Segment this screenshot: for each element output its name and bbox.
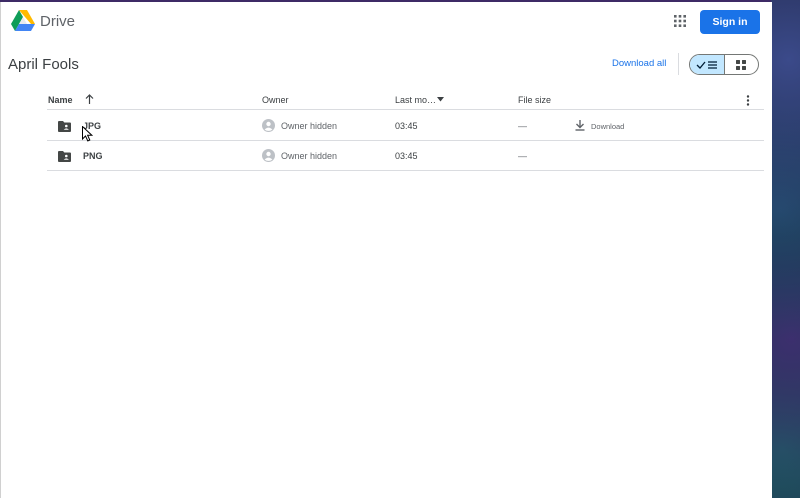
check-list-icon [696, 60, 717, 69]
file-name[interactable]: PNG [83, 151, 103, 161]
header-divider [47, 109, 764, 110]
owner-name: Owner hidden [281, 121, 338, 131]
last-modified: 03:45 [395, 151, 418, 161]
column-header-name[interactable]: Name [48, 95, 73, 105]
sort-ascending-arrow-icon[interactable] [85, 94, 94, 104]
row-divider [47, 170, 764, 171]
page-title: April Fools [8, 56, 79, 73]
grid-view-button[interactable] [725, 55, 759, 74]
download-icon[interactable] [575, 120, 585, 131]
sign-in-button[interactable]: Sign in [700, 10, 760, 34]
owner-avatar-icon [262, 149, 275, 162]
drive-logo-icon[interactable] [11, 10, 35, 32]
drive-page: Drive Sign in April Fools Download all N… [0, 2, 772, 498]
file-size: — [518, 121, 527, 131]
column-header-owner[interactable]: Owner [262, 95, 289, 105]
file-name[interactable]: JPG [83, 121, 101, 131]
dropdown-arrow-icon[interactable] [437, 97, 444, 102]
table-row[interactable]: JPG Owner hidden 03:45 — Download [47, 111, 764, 140]
owner-avatar-icon [262, 119, 275, 132]
more-options-icon[interactable] [746, 95, 750, 106]
shared-folder-icon [58, 151, 71, 162]
apps-grid-icon[interactable] [674, 15, 686, 27]
list-view-button[interactable] [690, 55, 725, 74]
app-header: Drive Sign in [1, 2, 772, 42]
column-header-file-size[interactable]: File size [518, 95, 551, 105]
shared-folder-icon [58, 121, 71, 132]
grid-view-icon [736, 59, 747, 70]
column-header-last-modified[interactable]: Last mo… [395, 95, 436, 105]
file-size: — [518, 151, 527, 161]
app-name: Drive [40, 13, 76, 30]
view-toggle[interactable] [689, 54, 759, 75]
download-button[interactable]: Download [591, 122, 624, 131]
download-all-button[interactable]: Download all [612, 58, 666, 69]
toolbar-divider [678, 53, 679, 75]
last-modified: 03:45 [395, 121, 418, 131]
owner-name: Owner hidden [281, 151, 338, 161]
table-row[interactable]: PNG Owner hidden 03:45 — [47, 141, 764, 170]
desktop-wallpaper [771, 0, 800, 498]
